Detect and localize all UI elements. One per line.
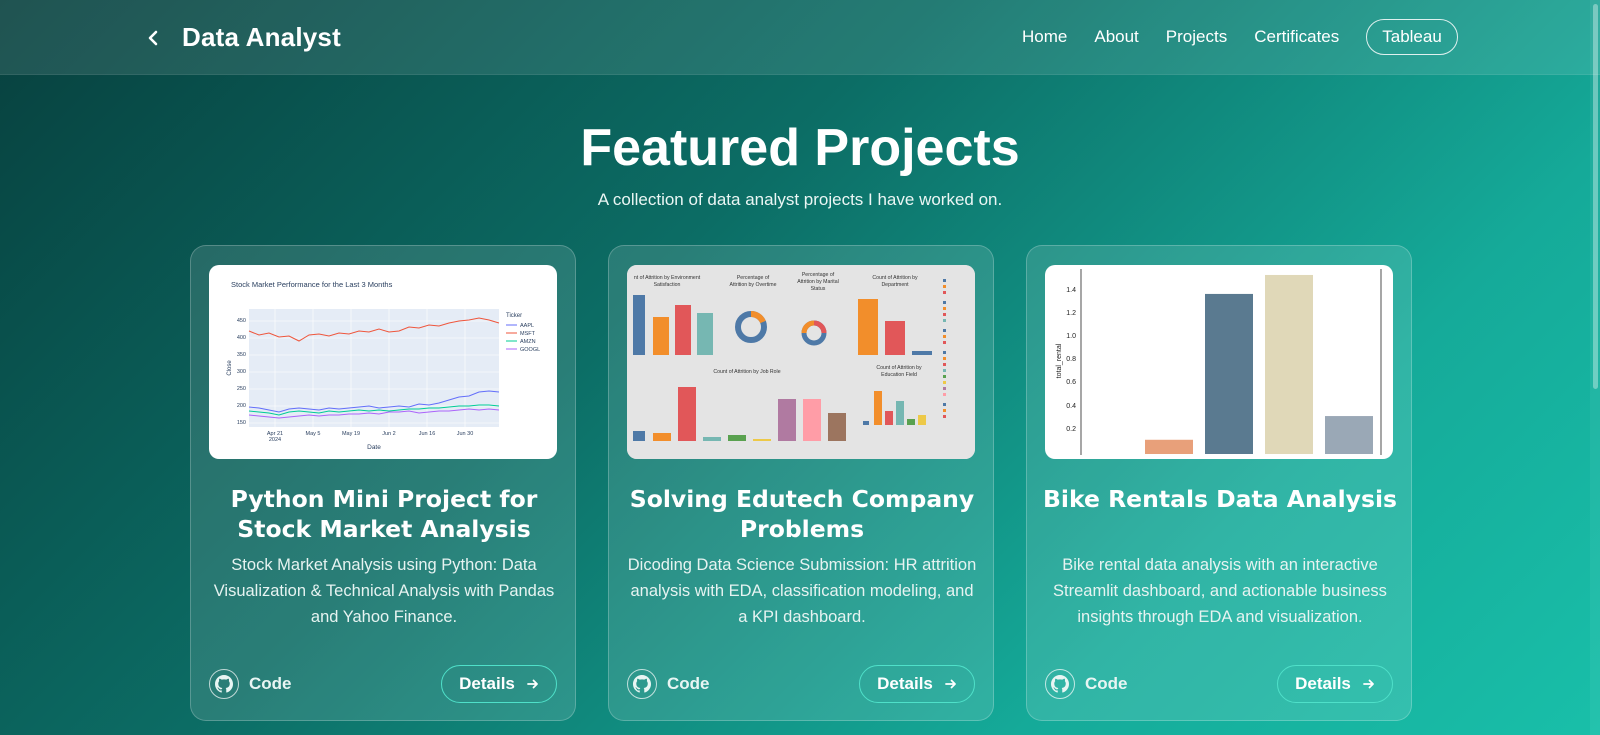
code-link[interactable]: Code <box>209 668 292 700</box>
y-tick: 0.4 <box>1066 403 1076 410</box>
thumb-chart-title: Stock Market Performance for the Last 3 … <box>231 280 393 289</box>
code-label: Code <box>249 674 292 693</box>
github-icon <box>209 669 239 699</box>
nav-link-projects[interactable]: Projects <box>1166 27 1227 47</box>
project-description: Dicoding Data Science Submission: HR att… <box>627 556 977 626</box>
arrow-right-icon <box>944 678 957 690</box>
y-tick: 150 <box>237 420 246 426</box>
scrollbar-thumb[interactable] <box>1593 4 1598 389</box>
panel-title: nt of Attrition by Environment <box>634 275 701 281</box>
panel-title: Count of Attrition by <box>876 365 922 371</box>
y-tick: 200 <box>237 403 246 409</box>
details-label: Details <box>1295 674 1351 693</box>
bar-4 <box>1325 416 1373 454</box>
code-label: Code <box>667 674 710 693</box>
x-tick: Jun 2 <box>382 431 395 437</box>
project-description: Bike rental data analysis with an intera… <box>1053 556 1387 626</box>
legend-item: AAPL <box>520 323 534 329</box>
bar-2 <box>1205 293 1253 454</box>
bar-3 <box>1265 274 1313 454</box>
bike-chart-thumbnail: 1.4 1.2 1.0 0.8 0.6 0.4 0.2 total_rental <box>1056 269 1382 455</box>
page-title: Featured Projects <box>580 119 1020 177</box>
y-tick: 0.8 <box>1066 356 1076 363</box>
y-axis-label: total_rental <box>1056 343 1063 378</box>
y-tick: 300 <box>237 369 246 375</box>
top-navbar: Data Analyst Home About Projects Certifi… <box>0 0 1600 75</box>
stock-chart-thumbnail: Stock Market Performance for the Last 3 … <box>227 280 540 451</box>
x-axis-label: Date <box>367 444 381 451</box>
back-button[interactable] <box>143 25 163 51</box>
panel-title: Count of Attrition by <box>872 275 918 281</box>
legend-title: Ticker <box>506 313 522 319</box>
panel-title: Count of Attrition by Job Role <box>713 369 780 375</box>
legend-item: AMZN <box>520 339 536 345</box>
project-title: Solving Edutech Company Problems <box>629 485 975 543</box>
legend-item: MSFT <box>520 331 536 337</box>
brand-title[interactable]: Data Analyst <box>182 22 341 53</box>
x-tick: Jun 16 <box>419 431 436 437</box>
legend-item: GOOGL <box>520 347 540 353</box>
panel-title: Attrition by Marital <box>797 279 839 285</box>
project-description: Stock Market Analysis using Python: Data… <box>213 556 555 626</box>
github-icon <box>1045 669 1075 699</box>
code-link[interactable]: Code <box>1045 668 1128 700</box>
project-thumbnail[interactable]: Stock Market Performance for the Last 3 … <box>209 265 557 459</box>
page-subtitle: A collection of data analyst projects I … <box>597 190 1003 209</box>
code-label: Code <box>1085 674 1128 693</box>
y-tick: 250 <box>237 386 246 392</box>
hr-dashboard-thumbnail: nt of Attrition by Environment Satisfact… <box>627 265 975 459</box>
y-tick: 0.2 <box>1066 426 1076 433</box>
panel-title: Department <box>881 282 909 288</box>
x-tick: May 19 <box>342 431 360 437</box>
panel-title: Percentage of <box>737 275 770 281</box>
arrow-right-icon <box>1362 678 1375 690</box>
project-thumbnail[interactable]: 1.4 1.2 1.0 0.8 0.6 0.4 0.2 total_rental <box>1045 265 1393 459</box>
details-button[interactable]: Details <box>441 665 557 703</box>
nav-link-certificates[interactable]: Certificates <box>1254 27 1339 47</box>
panel-title: Satisfaction <box>654 282 681 288</box>
bar-1 <box>1145 439 1193 454</box>
panel-title: Attrition by Overtime <box>730 282 777 288</box>
project-thumbnail[interactable]: nt of Attrition by Environment Satisfact… <box>627 265 975 459</box>
chevron-left-icon <box>148 30 158 46</box>
nav-link-about[interactable]: About <box>1094 27 1138 47</box>
y-tick: 400 <box>237 335 246 341</box>
nav-link-home[interactable]: Home <box>1022 27 1067 47</box>
panel-title: Education Field <box>881 372 917 378</box>
panel-title: Percentage of <box>802 272 835 278</box>
nav-links: Home About Projects Certificates Tableau <box>1022 18 1458 56</box>
y-axis-label: Close <box>227 360 233 376</box>
y-tick: 1.4 <box>1066 287 1076 294</box>
details-label: Details <box>459 674 515 693</box>
project-card-bike: 1.4 1.2 1.0 0.8 0.6 0.4 0.2 total_rental… <box>1026 245 1412 721</box>
x-tick: Jun 30 <box>457 431 474 437</box>
details-button[interactable]: Details <box>859 665 975 703</box>
project-title: Bike Rentals Data Analysis <box>1043 485 1397 513</box>
y-tick: 350 <box>237 352 246 358</box>
project-title: Python Mini Project for Stock Market Ana… <box>230 485 538 543</box>
y-tick: 1.0 <box>1066 333 1076 340</box>
panel-title: Status <box>811 286 826 292</box>
x-tick: May 5 <box>306 431 321 437</box>
code-link[interactable]: Code <box>627 668 710 700</box>
page-scrollbar[interactable] <box>1590 0 1600 735</box>
details-label: Details <box>877 674 933 693</box>
github-icon <box>627 669 657 699</box>
x-tick: 2024 <box>269 437 281 443</box>
details-button[interactable]: Details <box>1277 665 1393 703</box>
y-tick: 450 <box>237 318 246 324</box>
tableau-button[interactable]: Tableau <box>1366 19 1458 55</box>
arrow-right-icon <box>526 678 539 690</box>
project-card-edutech: nt of Attrition by Environment Satisfact… <box>608 245 994 721</box>
y-tick: 1.2 <box>1066 310 1076 317</box>
project-card-stock: Stock Market Performance for the Last 3 … <box>190 245 576 721</box>
y-tick: 0.6 <box>1066 379 1076 386</box>
